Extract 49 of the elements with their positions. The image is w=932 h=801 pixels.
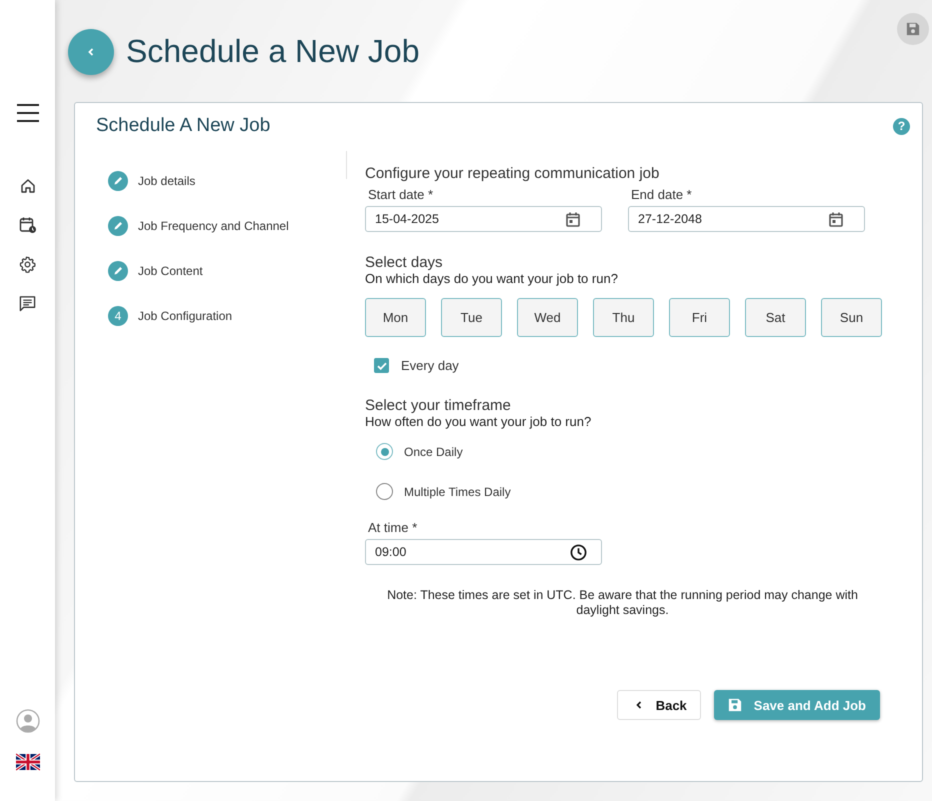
date-field[interactable]: 27-12-2048 bbox=[628, 206, 865, 232]
checkbox-label[interactable]: Every day bbox=[401, 358, 459, 373]
calendar-icon[interactable] bbox=[566, 212, 580, 226]
radio-button[interactable] bbox=[376, 483, 393, 500]
date-field[interactable]: 15-04-2025 bbox=[365, 206, 602, 232]
note-text: Note: These times are set in UTC. Be aware that the running period may change with daylight savings. bbox=[386, 588, 859, 618]
card-title: Schedule A New Job bbox=[96, 115, 270, 137]
field-label: End date * bbox=[630, 187, 693, 202]
save-icon-button[interactable] bbox=[897, 13, 929, 45]
day-button[interactable]: Fri bbox=[669, 298, 730, 337]
question-text: How often do you want your job to run? bbox=[365, 414, 592, 429]
question-text: On which days do you want your job to run? bbox=[365, 271, 618, 286]
menu-icon[interactable] bbox=[16, 104, 38, 122]
step-label[interactable]: Job details bbox=[138, 174, 196, 188]
pencil-icon bbox=[108, 171, 128, 191]
field-label: Start date * bbox=[367, 187, 434, 202]
chevron-left-icon bbox=[86, 46, 96, 56]
checkbox[interactable] bbox=[374, 358, 389, 373]
clock-icon[interactable] bbox=[570, 544, 587, 560]
chevron-left-icon bbox=[634, 700, 644, 710]
radio-label[interactable]: Once Daily bbox=[404, 444, 463, 458]
gear-icon[interactable] bbox=[19, 256, 36, 273]
home-icon[interactable] bbox=[20, 178, 36, 194]
calendar-icon[interactable] bbox=[829, 212, 843, 226]
message-icon[interactable] bbox=[19, 295, 36, 312]
flag-icon[interactable] bbox=[16, 753, 40, 771]
radio-button[interactable] bbox=[376, 443, 393, 460]
step-label[interactable]: Job Configuration bbox=[138, 309, 232, 323]
step-label[interactable]: Job Frequency and Channel bbox=[138, 219, 289, 233]
back-button[interactable]: Back bbox=[616, 690, 701, 720]
page-title: Schedule a New Job bbox=[126, 33, 420, 70]
step-label[interactable]: Job Content bbox=[138, 264, 203, 278]
day-button[interactable]: Sat bbox=[745, 298, 806, 337]
day-button[interactable]: Wed bbox=[517, 298, 578, 337]
calendar-clock-icon[interactable] bbox=[18, 216, 36, 234]
pencil-icon bbox=[108, 216, 128, 236]
step-number: 4 bbox=[108, 306, 128, 326]
day-button[interactable]: Mon bbox=[365, 298, 426, 337]
field-label: At time * bbox=[367, 520, 418, 535]
day-button[interactable]: Sun bbox=[821, 298, 882, 337]
radio-label[interactable]: Multiple Times Daily bbox=[404, 484, 511, 498]
time-field[interactable]: 09:00 bbox=[365, 539, 602, 565]
section-heading: Configure your repeating communication job bbox=[365, 165, 660, 182]
day-button[interactable]: Thu bbox=[593, 298, 654, 337]
section-heading: Select days bbox=[365, 254, 443, 271]
day-button[interactable]: Tue bbox=[441, 298, 502, 337]
pencil-icon bbox=[108, 261, 128, 281]
back-button[interactable] bbox=[68, 28, 114, 74]
section-heading: Select your timeframe bbox=[365, 397, 511, 414]
